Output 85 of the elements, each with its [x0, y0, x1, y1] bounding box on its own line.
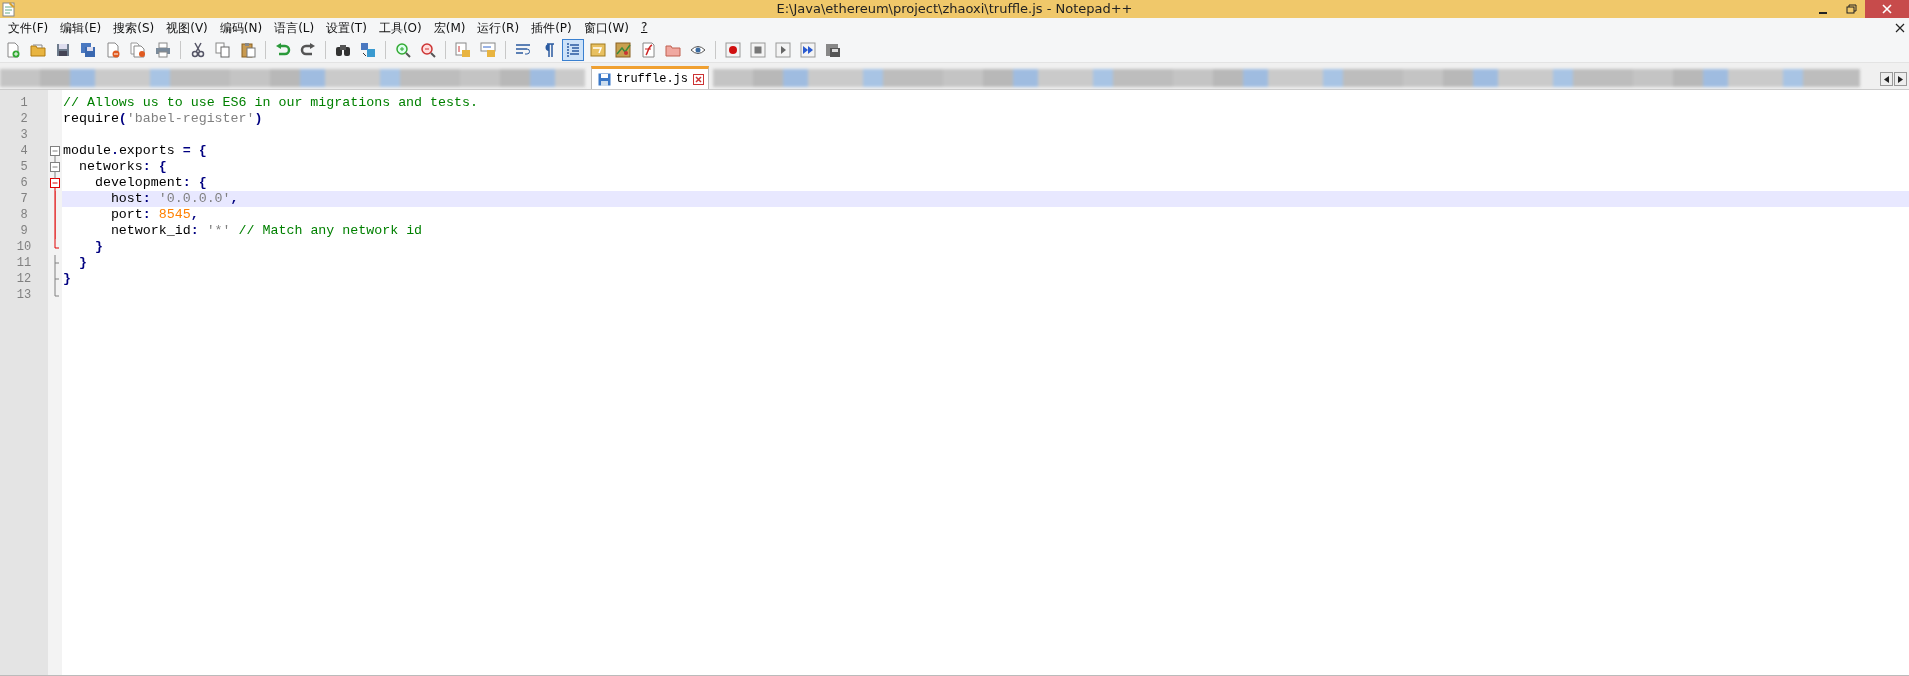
code-line: } [77, 255, 87, 271]
replace-icon [360, 42, 376, 58]
line-number: 6 [20, 175, 28, 191]
indent-guide-button[interactable] [562, 39, 584, 61]
close-icon [1895, 22, 1905, 33]
fast-forward-icon [800, 42, 816, 58]
window-title: E:\Java\ethereum\project\zhaoxi\truffle.js - Notepad++ [776, 1, 1133, 16]
line-number: 2 [20, 111, 28, 127]
close-tab-icon[interactable] [693, 73, 704, 85]
zoom-out-icon [420, 42, 436, 58]
fold-toggle-icon[interactable] [50, 159, 60, 175]
printer-icon [155, 42, 171, 58]
menu-item[interactable]: 编辑(E) [54, 18, 108, 38]
minimize-icon [1819, 12, 1827, 14]
code-line: // Allows us to use ES6 in our migrations and tests. [62, 95, 478, 111]
line-number: 3 [20, 127, 28, 143]
code-line: network_id: '*' // Match any network id [109, 223, 423, 239]
menu-item[interactable]: 窗口(W) [577, 18, 635, 38]
line-number: 5 [20, 159, 28, 175]
scissors-icon [190, 42, 206, 58]
map-icon [615, 42, 631, 58]
menu-item[interactable]: 工具(O) [372, 18, 428, 38]
file-tab[interactable]: truffle.js [591, 66, 709, 89]
menu-item[interactable]: 运行(R) [471, 18, 526, 38]
code-line: networks: { [77, 159, 167, 175]
line-number: 4 [20, 143, 28, 159]
line-number: 12 [16, 271, 32, 287]
redo-icon [300, 42, 316, 58]
zoom-in-icon [395, 42, 411, 58]
line-number: 13 [16, 287, 32, 303]
code-line: require('babel-register') [62, 111, 263, 127]
function-list-icon [640, 42, 656, 58]
code-line: host: '0.0.0.0', [109, 191, 239, 207]
stop-icon [750, 42, 766, 58]
menu-item[interactable]: 宏(M) [427, 18, 472, 38]
code-line: module.exports = { [62, 143, 207, 159]
folder-icon [665, 42, 681, 58]
line-number: 11 [16, 255, 32, 271]
play-icon [775, 42, 791, 58]
code-line: } [93, 239, 103, 255]
code-line: development: { [93, 175, 207, 191]
undo-icon [275, 42, 291, 58]
menu-item[interactable]: 编码(N) [213, 18, 269, 38]
restore-icon [1845, 4, 1857, 14]
fold-toggle-icon[interactable] [50, 146, 60, 159]
code-line: port: 8545, [109, 207, 199, 223]
right-arrow-icon [1898, 75, 1903, 83]
macro-save-icon [825, 42, 841, 58]
scroll-right-button[interactable] [1894, 72, 1907, 86]
left-arrow-icon [1884, 75, 1889, 83]
line-number: 1 [20, 95, 28, 111]
menu-item[interactable]: 设置(T) [320, 18, 373, 38]
sync-vertical-icon [455, 42, 471, 58]
fold-toggle-icon[interactable] [50, 175, 60, 191]
documents-close-icon [130, 42, 146, 58]
scroll-left-button[interactable] [1880, 72, 1893, 86]
menu-item[interactable]: 搜索(S) [107, 18, 161, 38]
floppy-disks-icon [80, 42, 96, 58]
menu-item[interactable]: 视图(V) [160, 18, 214, 38]
indent-guide-icon [565, 42, 581, 58]
menu-item[interactable]: 文件(F) [2, 18, 55, 38]
sync-horizontal-icon [480, 42, 496, 58]
line-number: 8 [20, 207, 28, 223]
fast-forward-button[interactable] [797, 39, 819, 61]
stop-button[interactable] [747, 39, 769, 61]
binoculars-icon [335, 42, 351, 58]
document-close-icon [105, 42, 121, 58]
folder-icon [30, 42, 46, 58]
clipboard-icon [240, 42, 256, 58]
line-number: 7 [20, 191, 28, 207]
copy-icon [215, 42, 231, 58]
language-icon [590, 42, 606, 58]
new-file-icon [5, 42, 21, 58]
close-icon [1882, 4, 1892, 14]
map-button[interactable] [612, 39, 634, 61]
menu-item[interactable]: 语言(L) [268, 18, 321, 38]
line-number: 10 [16, 239, 32, 255]
menu-item[interactable]: 插件(P) [525, 18, 578, 38]
record-button[interactable] [722, 39, 744, 61]
menu-item[interactable]: ? [634, 18, 654, 38]
line-number: 9 [20, 223, 28, 239]
play-button[interactable] [772, 39, 794, 61]
record-icon [725, 42, 741, 58]
code-line: } [62, 271, 71, 287]
word-wrap-icon [515, 42, 531, 58]
